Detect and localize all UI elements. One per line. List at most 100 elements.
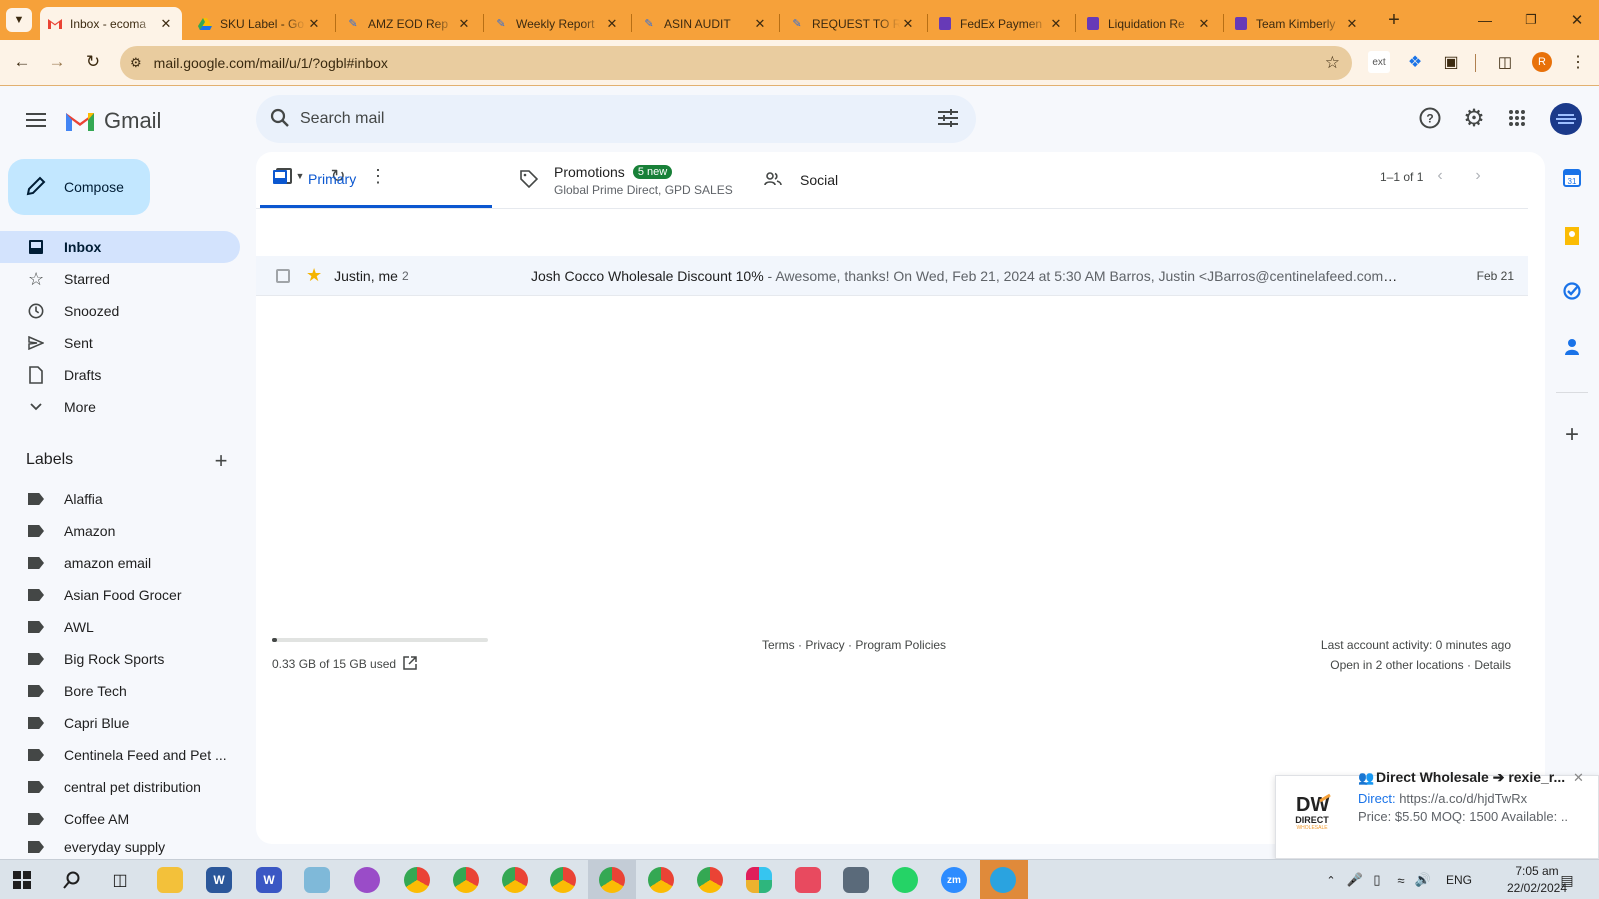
back-button[interactable]: ← (10, 52, 34, 72)
label-item[interactable]: Alaffia (0, 483, 240, 515)
nav-snoozed[interactable]: Snoozed (0, 295, 240, 327)
close-icon[interactable]: ✕ (1573, 770, 1584, 786)
close-icon[interactable]: ✕ (456, 16, 472, 32)
close-icon[interactable]: ✕ (752, 16, 768, 32)
tab-inbox[interactable]: Inbox - ecoma ✕ (40, 7, 182, 40)
chrome-icon[interactable] (502, 867, 528, 893)
app-icon[interactable] (354, 867, 380, 893)
chrome-icon[interactable] (550, 867, 576, 893)
extension-icon[interactable]: ext (1368, 51, 1390, 73)
other-locations[interactable]: Open in 2 other locations · Details (1330, 658, 1511, 672)
search-input[interactable] (300, 95, 860, 143)
label-item[interactable]: Centinela Feed and Pet ... (0, 739, 240, 771)
toast-link[interactable]: https://a.co/d/hjdTwRx (1399, 791, 1527, 806)
close-icon[interactable]: ✕ (306, 16, 322, 32)
browser-menu-icon[interactable]: ⋮ (1570, 51, 1586, 73)
app-icon[interactable] (795, 867, 821, 893)
contacts-icon[interactable] (1560, 335, 1584, 359)
volume-icon[interactable]: 🔊 (1414, 870, 1432, 890)
language-indicator[interactable]: ENG (1446, 873, 1472, 887)
reload-button[interactable]: ↻ (81, 52, 105, 72)
zoom-icon[interactable]: zm (941, 867, 967, 893)
tab-liquidation[interactable]: Liquidation Re ✕ (1078, 7, 1220, 40)
chrome-icon[interactable] (404, 867, 430, 893)
search-options-icon[interactable] (938, 109, 958, 132)
chevron-left-icon[interactable]: ‹ (1428, 164, 1452, 188)
chrome-icon[interactable] (648, 867, 674, 893)
tab-primary[interactable]: Primary (260, 152, 492, 208)
notification-toast[interactable]: DW DIRECT WHOLESALE 👥 Direct Wholesale ➔… (1275, 769, 1599, 859)
nav-more[interactable]: More (0, 391, 240, 423)
label-item[interactable]: Capri Blue (0, 707, 240, 739)
wifi-icon[interactable]: ≈ (1392, 870, 1410, 890)
account-avatar[interactable] (1550, 103, 1582, 135)
add-label-icon[interactable]: + (210, 448, 232, 473)
tab-team-kimberly[interactable]: Team Kimberly ✕ (1226, 7, 1368, 40)
label-item[interactable]: Bore Tech (0, 675, 240, 707)
apps-grid-icon[interactable] (1506, 107, 1528, 129)
close-icon[interactable]: ✕ (1196, 16, 1212, 32)
new-tab-button[interactable]: + (1382, 8, 1406, 32)
app-icon[interactable] (304, 867, 330, 893)
calculator-icon[interactable] (843, 867, 869, 893)
tab-asin-audit[interactable]: ✎ ASIN AUDIT ✕ (634, 7, 776, 40)
close-icon[interactable]: ✕ (900, 16, 916, 32)
footer-links[interactable]: Terms · Privacy · Program Policies (762, 638, 946, 652)
close-icon[interactable]: ✕ (604, 16, 620, 32)
label-item[interactable]: Coffee AM (0, 803, 240, 835)
tab-weekly-report[interactable]: ✎ Weekly Report ✕ (486, 7, 628, 40)
row-checkbox[interactable] (276, 268, 290, 283)
help-icon[interactable]: ? (1418, 106, 1442, 130)
side-panel-icon[interactable]: ◫ (1494, 51, 1516, 73)
add-addon-icon[interactable]: + (1560, 421, 1584, 448)
calendar-icon[interactable]: 31 (1560, 166, 1584, 190)
whatsapp-icon[interactable] (892, 867, 918, 893)
window-close-button[interactable]: ✕ (1562, 8, 1592, 32)
email-row[interactable]: ★ Justin, me 2 Josh Cocco Wholesale Disc… (256, 256, 1528, 296)
tasks-icon[interactable] (1560, 279, 1584, 303)
task-view-icon[interactable]: ◫ (108, 868, 132, 892)
chevron-right-icon[interactable]: › (1466, 164, 1490, 188)
address-bar[interactable]: ⚙ mail.google.com/mail/u/1/?ogbl#inbox ☆ (120, 46, 1352, 80)
windows-start-icon[interactable] (10, 868, 34, 892)
close-icon[interactable]: ✕ (1344, 16, 1360, 32)
external-link-icon[interactable] (402, 655, 418, 671)
tab-promotions[interactable]: Promotions 5 new Global Prime Direct, GP… (512, 152, 752, 208)
main-menu-icon[interactable] (22, 106, 50, 134)
notification-icon[interactable]: ▤ (1556, 870, 1578, 890)
bookmark-star-icon[interactable]: ☆ (1325, 53, 1340, 73)
chrome-icon[interactable] (453, 867, 479, 893)
file-explorer-icon[interactable] (157, 867, 183, 893)
label-item[interactable]: amazon email (0, 547, 240, 579)
nav-starred[interactable]: ☆ Starred (0, 263, 240, 295)
label-item[interactable]: AWL (0, 611, 240, 643)
search-icon[interactable] (270, 108, 290, 133)
slack-icon[interactable] (746, 867, 772, 893)
keep-icon[interactable] (1560, 224, 1584, 248)
compose-button[interactable]: Compose (8, 159, 150, 215)
nav-drafts[interactable]: Drafts (0, 359, 240, 391)
battery-icon[interactable]: ▯ (1368, 870, 1386, 890)
tab-search-button[interactable]: ▼ (6, 8, 32, 32)
word-icon[interactable]: W (206, 867, 232, 893)
puzzle-icon[interactable]: ▣ (1440, 51, 1462, 73)
nav-sent[interactable]: Sent (0, 327, 240, 359)
label-item[interactable]: central pet distribution (0, 771, 240, 803)
microphone-icon[interactable]: 🎤 (1346, 870, 1364, 890)
star-icon[interactable]: ★ (306, 265, 322, 286)
chrome-icon-active[interactable] (599, 867, 625, 893)
extension-icon[interactable]: ❖ (1404, 51, 1426, 73)
label-item[interactable]: everyday supply (0, 835, 240, 859)
search-icon[interactable] (60, 868, 84, 892)
restore-button[interactable]: ❐ (1516, 8, 1546, 32)
forward-button[interactable]: → (45, 52, 69, 72)
nav-inbox[interactable]: Inbox (0, 231, 240, 263)
app-icon[interactable]: W (256, 867, 282, 893)
gmail-logo[interactable]: Gmail (64, 106, 174, 136)
chrome-icon[interactable] (697, 867, 723, 893)
minimize-button[interactable]: — (1470, 8, 1500, 32)
tab-fedex[interactable]: FedEx Paymen ✕ (930, 7, 1072, 40)
tab-sku-label[interactable]: SKU Label - Go ✕ (190, 7, 330, 40)
close-icon[interactable]: ✕ (158, 16, 174, 32)
settings-gear-icon[interactable]: ⚙ (1462, 105, 1486, 132)
